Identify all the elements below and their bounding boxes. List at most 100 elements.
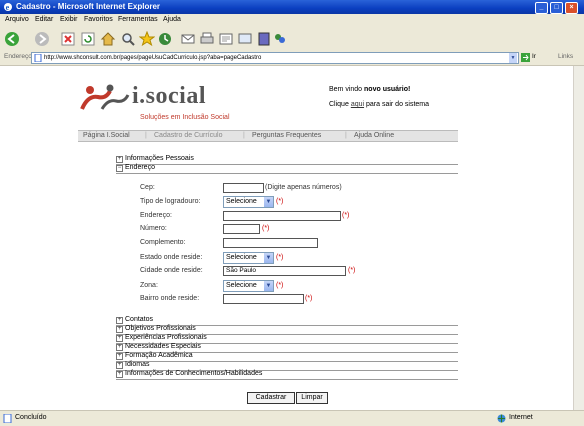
exit-message: Clique aqui para sair do sistema <box>329 101 429 108</box>
vertical-scrollbar[interactable] <box>573 66 584 410</box>
required-mark: (*) <box>276 254 284 261</box>
people-logo-icon <box>80 84 130 110</box>
endereco-input[interactable] <box>223 211 341 221</box>
nav-perguntas-frequentes[interactable]: Perguntas Frequentes <box>252 132 321 139</box>
cep-label: Cep: <box>140 184 155 191</box>
nav-ajuda-online[interactable]: Ajuda Online <box>354 132 394 139</box>
required-mark: (*) <box>348 267 356 274</box>
nav-pagina-isocial[interactable]: Página I.Social <box>83 132 130 139</box>
toolbar <box>0 28 584 51</box>
bairro-label: Bairro onde reside: <box>140 295 200 302</box>
edit-icon[interactable] <box>218 31 234 47</box>
zone-text: Internet <box>509 414 533 421</box>
go-label[interactable]: Ir <box>532 53 536 60</box>
required-mark: (*) <box>305 295 313 302</box>
close-button[interactable]: × <box>565 2 578 14</box>
menu-editar[interactable]: Editar <box>35 16 53 23</box>
menu-favoritos[interactable]: Favoritos <box>84 16 113 23</box>
numero-input[interactable] <box>223 224 260 234</box>
favorites-icon[interactable] <box>139 31 155 47</box>
endereco-label: Endereço: <box>140 212 172 219</box>
menu-bar: Arquivo Editar Exibir Favoritos Ferramen… <box>0 14 584 29</box>
zona-select[interactable]: Selecione ▼ <box>223 280 274 292</box>
globe-icon <box>497 414 506 423</box>
links-label[interactable]: Links <box>558 53 573 60</box>
bairro-input[interactable] <box>223 294 304 304</box>
section-conhecimentos-habilidades[interactable]: + Informações de Conhecimentos/Habilidade… <box>116 370 458 380</box>
done-page-icon <box>3 414 12 423</box>
cidade-label: Cidade onde reside: <box>140 267 203 274</box>
expand-icon[interactable]: + <box>116 335 123 342</box>
expand-icon[interactable]: + <box>116 326 123 333</box>
expand-icon[interactable]: + <box>116 371 123 378</box>
top-nav: Página I.Social | Cadastro de Currículo … <box>78 130 458 142</box>
research-icon[interactable] <box>256 31 272 47</box>
back-icon[interactable] <box>4 31 20 47</box>
address-field[interactable]: http://www.shconsult.com.br/pages/pageUs… <box>31 52 519 64</box>
required-mark: (*) <box>276 282 284 289</box>
welcome-prefix: Bem vindo <box>329 86 363 93</box>
search-icon[interactable] <box>120 31 136 47</box>
history-icon[interactable] <box>157 31 173 47</box>
welcome-user: novo usuário! <box>364 86 411 93</box>
cep-input[interactable] <box>223 183 264 193</box>
menu-exibir[interactable]: Exibir <box>60 16 78 23</box>
maximize-button[interactable]: □ <box>550 2 563 14</box>
svg-text:e: e <box>6 3 10 12</box>
exit-link[interactable]: aqui <box>351 101 364 108</box>
expand-icon[interactable]: + <box>116 344 123 351</box>
nav-separator: | <box>145 132 147 139</box>
menu-ferramentas[interactable]: Ferramentas <box>118 16 158 23</box>
print-icon[interactable] <box>199 31 215 47</box>
nav-cadastro-curriculo[interactable]: Cadastro de Currículo <box>154 132 222 139</box>
expand-icon[interactable]: + <box>116 353 123 360</box>
exit-suffix: para sair do sistema <box>366 101 430 108</box>
expand-icon[interactable]: + <box>116 317 123 324</box>
menu-ajuda[interactable]: Ajuda <box>163 16 181 23</box>
tipo-logradouro-select[interactable]: Selecione ▼ <box>223 196 274 208</box>
window-title: Cadastro - Microsoft Internet Explorer <box>16 2 161 11</box>
stop-icon[interactable] <box>60 31 76 47</box>
dropdown-arrow-icon[interactable]: ▼ <box>264 197 273 207</box>
mail-icon[interactable] <box>180 31 196 47</box>
ie-logo-icon: e <box>4 3 12 12</box>
complemento-label: Complemento: <box>140 239 186 246</box>
required-mark: (*) <box>276 198 284 205</box>
discuss-icon[interactable] <box>237 31 253 47</box>
zona-label: Zona: <box>140 282 158 289</box>
menu-arquivo[interactable]: Arquivo <box>5 16 29 23</box>
estado-select[interactable]: Selecione ▼ <box>223 252 274 264</box>
cidade-input[interactable]: São Paulo <box>223 266 346 276</box>
go-arrow-icon[interactable] <box>521 53 530 62</box>
messenger-icon[interactable] <box>272 31 288 47</box>
cadastrar-button[interactable]: Cadastrar <box>247 392 295 404</box>
expand-icon[interactable]: + <box>116 362 123 369</box>
dropdown-arrow-icon[interactable]: ▼ <box>264 253 273 263</box>
section-endereco[interactable]: − Endereço <box>116 164 458 174</box>
home-icon[interactable] <box>100 31 116 47</box>
nav-separator: | <box>345 132 347 139</box>
refresh-icon[interactable] <box>80 31 96 47</box>
required-mark: (*) <box>342 212 350 219</box>
numero-label: Número: <box>140 225 167 232</box>
page-viewport: i.social Soluções em Inclusão Social Bem… <box>0 66 573 410</box>
dropdown-arrow-icon[interactable]: ▼ <box>264 281 273 291</box>
address-label: Endereço <box>4 53 32 60</box>
collapse-icon[interactable]: − <box>116 165 123 172</box>
cep-hint: (Digite apenas números) <box>265 184 342 191</box>
estado-label: Estado onde reside: <box>140 254 203 261</box>
status-text: Concluído <box>15 414 47 421</box>
limpar-button[interactable]: Limpar <box>296 392 328 404</box>
address-bar: Endereço http://www.shconsult.com.br/pag… <box>0 50 584 66</box>
brand-slogan: Soluções em Inclusão Social <box>140 114 230 121</box>
title-bar: e Cadastro - Microsoft Internet Explorer… <box>0 0 584 14</box>
nav-separator: | <box>243 132 245 139</box>
forward-icon[interactable] <box>34 31 50 47</box>
minimize-button[interactable]: _ <box>535 2 548 14</box>
brand-name: i.social <box>132 83 206 109</box>
expand-icon[interactable]: + <box>116 156 123 163</box>
address-url: http://www.shconsult.com.br/pages/pageUs… <box>44 55 262 61</box>
required-mark: (*) <box>262 225 270 232</box>
complemento-input[interactable] <box>223 238 318 248</box>
address-dropdown-icon[interactable]: ▼ <box>509 53 517 63</box>
